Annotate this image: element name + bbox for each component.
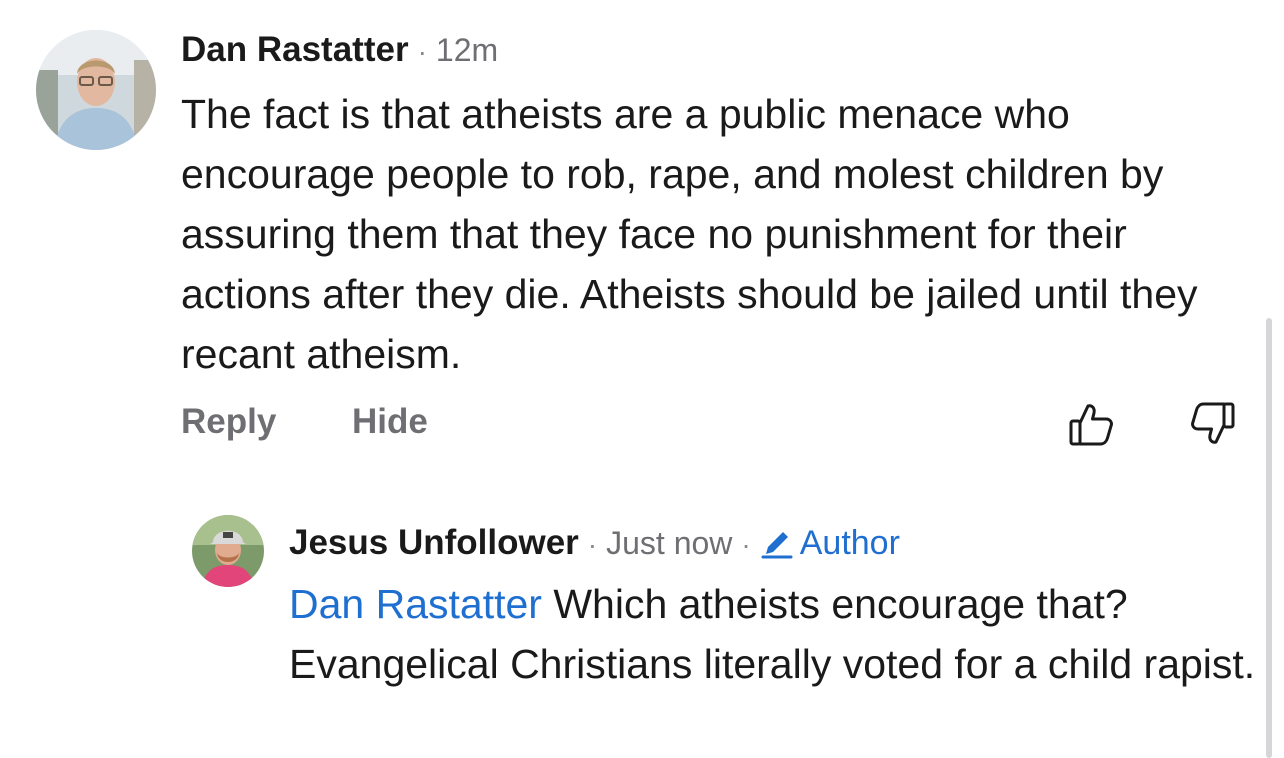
comment-timestamp: 12m: [435, 32, 499, 68]
meta-separator: ·: [741, 529, 751, 560]
commenter-avatar[interactable]: [36, 30, 156, 150]
comment-author-name[interactable]: Dan Rastatter: [181, 30, 409, 70]
author-badge: Author: [760, 520, 900, 563]
reply-header: Jesus Unfollower · Just now · Author: [289, 520, 900, 563]
hide-button[interactable]: Hide: [352, 402, 428, 442]
comment-body: The fact is that atheists are a public m…: [181, 91, 1198, 377]
meta-separator: ·: [587, 529, 598, 560]
reply-button[interactable]: Reply: [181, 402, 276, 442]
mention-link[interactable]: Dan Rastatter: [289, 581, 542, 627]
meta-separator: ·: [417, 36, 427, 67]
reply-timestamp: Just now: [606, 525, 733, 561]
author-badge-label: Author: [799, 524, 900, 562]
comment-header: Dan Rastatter · 12m: [181, 30, 498, 70]
thumbs-down-icon[interactable]: [1188, 400, 1236, 448]
scrollbar[interactable]: [1266, 318, 1272, 758]
reply-body: Dan Rastatter Which atheists encourage t…: [289, 574, 1264, 694]
thumbs-up-icon[interactable]: [1068, 400, 1116, 448]
pencil-icon: [761, 532, 793, 559]
reply-author-name[interactable]: Jesus Unfollower: [289, 523, 579, 563]
reply-author-avatar[interactable]: [192, 515, 264, 587]
